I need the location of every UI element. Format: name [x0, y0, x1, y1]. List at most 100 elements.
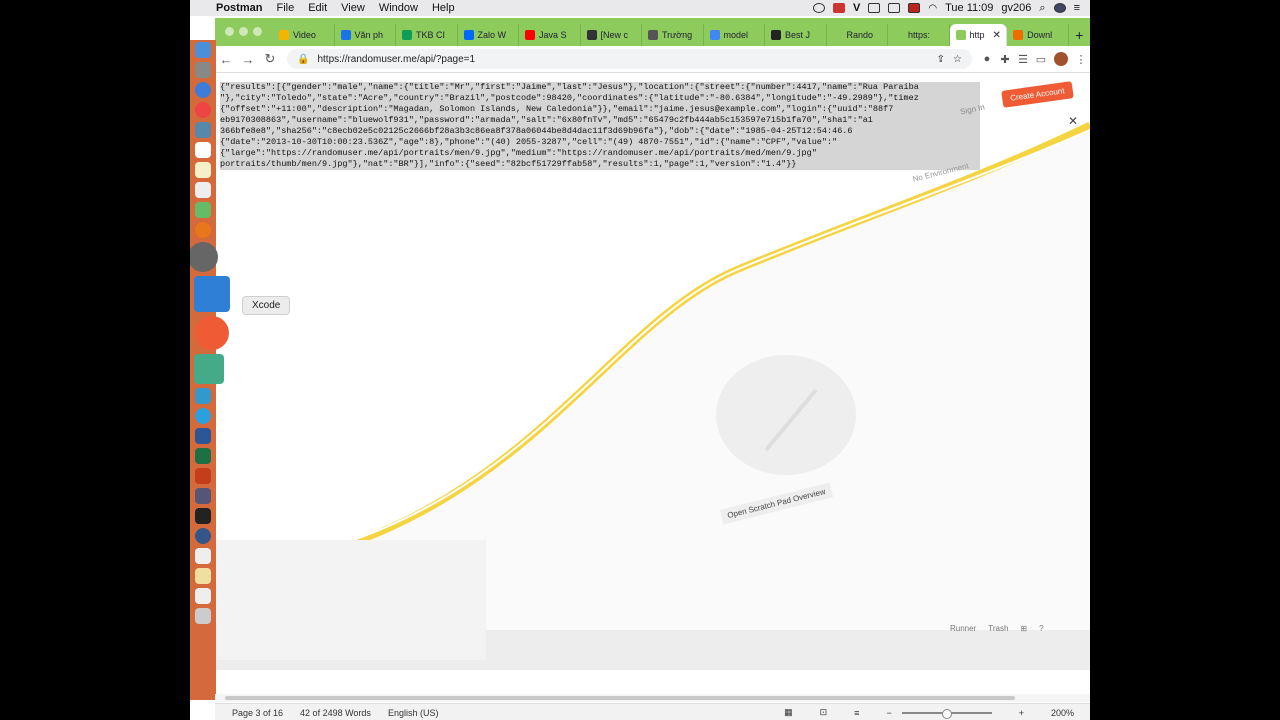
- zoom-window-icon[interactable]: [253, 27, 262, 36]
- tab-label: Văn ph: [354, 30, 384, 40]
- display-icon[interactable]: [888, 3, 901, 13]
- close-window-icon[interactable]: [225, 27, 234, 36]
- profile-avatar[interactable]: [1054, 52, 1068, 66]
- record-icon[interactable]: [813, 3, 826, 13]
- menubar-status: V ◠ Tue 11:09 gv206 ⌕ ≡: [813, 2, 1090, 15]
- browser-tab[interactable]: Best J: [765, 24, 827, 46]
- layout-icon[interactable]: ⊞: [1020, 624, 1027, 633]
- outline-icon[interactable]: ≡: [854, 708, 859, 718]
- browser-tab[interactable]: Zalo W: [458, 24, 519, 46]
- browser-tab[interactable]: Rando: [827, 24, 888, 46]
- terminal-icon[interactable]: [195, 508, 211, 524]
- document-icon[interactable]: [195, 588, 211, 604]
- reload-icon[interactable]: ↻: [259, 51, 281, 67]
- mac-dock: [190, 40, 230, 700]
- preview-icon[interactable]: [195, 122, 211, 138]
- close-banner-icon[interactable]: ✕: [1068, 114, 1078, 128]
- zoom-slider-knob[interactable]: [941, 708, 952, 719]
- chrome-icon[interactable]: [195, 102, 211, 118]
- books-icon[interactable]: [195, 222, 211, 238]
- excel-icon[interactable]: [195, 448, 211, 464]
- url-text: https://randomuser.me/api/?page=1: [317, 53, 476, 65]
- folder-icon[interactable]: [195, 568, 211, 584]
- chrome-menu-icon[interactable]: ⋮: [1072, 53, 1090, 66]
- browser-tab[interactable]: [New c: [581, 24, 642, 46]
- menu-edit[interactable]: Edit: [308, 2, 327, 14]
- menu-file[interactable]: File: [276, 2, 294, 14]
- app-blue-icon[interactable]: [195, 388, 211, 404]
- focus-icon[interactable]: ⊡: [820, 707, 828, 718]
- siri-icon[interactable]: [1053, 3, 1066, 13]
- safari-icon[interactable]: [195, 82, 211, 98]
- share-icon[interactable]: ⇪: [937, 54, 945, 65]
- minimize-window-icon[interactable]: [239, 27, 248, 36]
- maps-icon[interactable]: [195, 202, 211, 218]
- powerpoint-icon[interactable]: [195, 468, 211, 484]
- trash-icon[interactable]: [195, 608, 211, 624]
- page-count[interactable]: Page 3 of 16: [232, 708, 283, 718]
- xcode-icon[interactable]: [194, 276, 230, 312]
- browser-tab[interactable]: model: [704, 24, 765, 46]
- print-layout-icon[interactable]: ▦: [784, 707, 793, 718]
- runner-button[interactable]: Runner: [950, 624, 976, 633]
- zoom-in-icon[interactable]: +: [1019, 708, 1024, 718]
- launchpad-icon[interactable]: [195, 62, 211, 78]
- reminders-icon[interactable]: [195, 182, 211, 198]
- skype-icon[interactable]: [195, 408, 211, 424]
- browser-tab[interactable]: http ✕: [949, 24, 1008, 46]
- zoom-out-icon[interactable]: −: [886, 708, 891, 718]
- postman-icon[interactable]: [195, 316, 229, 350]
- calendar-icon[interactable]: [195, 142, 211, 158]
- finder-icon[interactable]: [195, 42, 211, 58]
- browser-tab[interactable]: Downl: [1007, 24, 1069, 46]
- menu-help[interactable]: Help: [432, 2, 455, 14]
- browser-tab[interactable]: Trường: [642, 24, 704, 46]
- tab-label: https:: [908, 30, 931, 40]
- browser-tab[interactable]: https:: [888, 24, 950, 46]
- side-panel-icon[interactable]: ▭: [1032, 53, 1050, 66]
- quicktime-icon[interactable]: [195, 528, 211, 544]
- language-indicator[interactable]: English (US): [388, 708, 439, 718]
- notes-icon[interactable]: [195, 162, 211, 178]
- netbeans-icon[interactable]: [194, 354, 224, 384]
- new-tab-button[interactable]: +: [1069, 24, 1090, 46]
- help-icon[interactable]: ?: [1039, 624, 1043, 633]
- word-count[interactable]: 42 of 2498 Words: [300, 708, 371, 718]
- menu-app-name[interactable]: Postman: [216, 2, 262, 14]
- user-name[interactable]: gv206: [1001, 2, 1031, 14]
- zoom-level[interactable]: 200%: [1051, 708, 1074, 718]
- downloads-icon[interactable]: [195, 548, 211, 564]
- menu-view[interactable]: View: [341, 2, 365, 14]
- scrollbar-thumb[interactable]: [225, 696, 1015, 700]
- flag-icon[interactable]: [908, 3, 921, 13]
- v-app-icon[interactable]: V: [853, 2, 860, 14]
- lock-icon: 🔒: [297, 53, 310, 65]
- menu-window[interactable]: Window: [379, 2, 418, 14]
- browser-tab[interactable]: Văn ph: [335, 24, 396, 46]
- horizontal-scrollbar[interactable]: [215, 694, 1090, 702]
- tab-favicon-icon: [525, 30, 535, 40]
- wifi-icon[interactable]: ◠: [928, 3, 937, 14]
- trash-button[interactable]: Trash: [988, 624, 1008, 633]
- close-tab-icon[interactable]: ✕: [993, 30, 1001, 41]
- clock[interactable]: Tue 11:09: [945, 2, 993, 14]
- browser-tab[interactable]: Java S: [519, 24, 581, 46]
- spotlight-icon[interactable]: ⌕: [1039, 2, 1045, 15]
- zoom-slider[interactable]: [901, 708, 992, 719]
- system-preferences-icon[interactable]: [190, 242, 218, 272]
- extension-bulb-icon[interactable]: ●: [978, 53, 996, 65]
- forward-icon[interactable]: →: [237, 52, 259, 67]
- tab-favicon-icon: [832, 30, 843, 40]
- browser-tab[interactable]: Video: [273, 24, 335, 46]
- app-status-icon[interactable]: [833, 3, 846, 13]
- screen-mirroring-icon[interactable]: [868, 3, 881, 13]
- word-icon[interactable]: [195, 428, 211, 444]
- reading-list-icon[interactable]: ☰: [1014, 53, 1032, 66]
- back-icon[interactable]: ←: [215, 52, 237, 67]
- bookmark-star-icon[interactable]: ☆: [953, 54, 962, 65]
- browser-tab[interactable]: TKB CI: [396, 24, 458, 46]
- address-bar[interactable]: 🔒 https://randomuser.me/api/?page=1 ⇪ ☆: [287, 49, 972, 69]
- control-center-icon[interactable]: ≡: [1074, 2, 1080, 14]
- extensions-puzzle-icon[interactable]: ✚: [996, 53, 1014, 66]
- app-gray-icon[interactable]: [195, 488, 211, 504]
